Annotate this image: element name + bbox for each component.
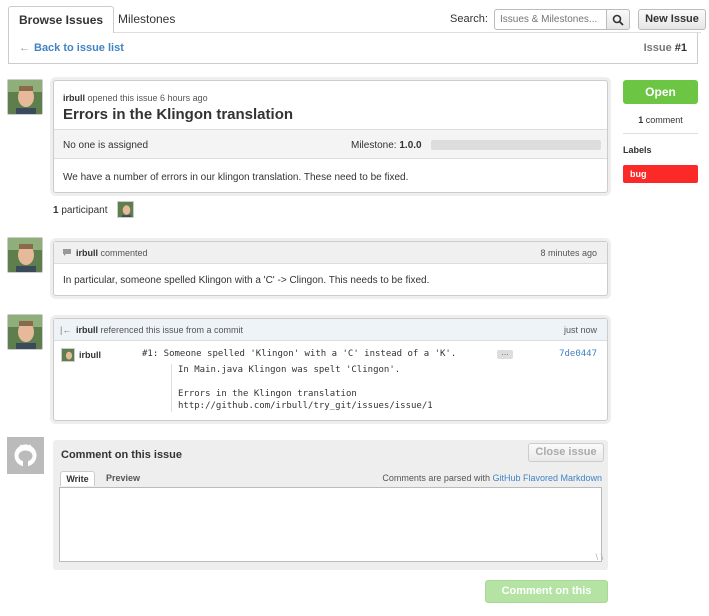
issue-number-value: #1 [674,42,687,54]
current-user-avatar [7,437,44,474]
commit-body-line: ​ [178,376,433,388]
reference-time[interactable]: just now [564,325,597,335]
user-photo-icon [118,202,133,217]
participant-avatar[interactable] [117,201,134,218]
issue-state-badge: Open [623,80,698,104]
sidebar-divider [623,133,698,134]
user-photo-icon [8,315,42,349]
tab-browse-issues[interactable]: Browse Issues [8,6,115,34]
comment-count-label: comment [643,115,683,125]
issue-number: Issue #1 [644,42,687,54]
issue-number-prefix: Issue [643,42,675,54]
issue-body: We have a number of errors in our klingo… [63,172,409,183]
back-to-issue-list-link[interactable]: ← Back to issue list [19,42,124,54]
commit-body-line: http://github.com/irbull/try_git/issues/… [178,401,433,411]
submit-comment-button[interactable]: Comment on this issue [485,580,608,616]
markdown-link[interactable]: GitHub Flavored Markdown [492,473,602,483]
comment-count: 1 comment [623,115,698,125]
tab-preview[interactable]: Preview [106,473,140,483]
avatar[interactable] [7,79,43,115]
opener-username[interactable]: irbull [63,93,85,103]
markdown-note: Comments are parsed with GitHub Flavored… [382,473,602,483]
commit-sha-link[interactable]: 7de0447 [559,349,597,359]
comment-username[interactable]: irbull [76,248,98,258]
search-icon [612,14,624,26]
milestone-value: 1.0.0 [399,140,422,151]
issue-opener: irbull opened this issue 6 hours ago [63,93,208,103]
milestone-progress-bar [431,140,601,150]
avatar[interactable] [7,237,43,273]
arrow-left-icon: ← [19,42,30,54]
tab-milestones[interactable]: Milestones [108,6,185,33]
commit-reference-icon: |← [60,325,72,335]
commit-author-avatar[interactable] [61,348,75,362]
comment-body: In particular, someone spelled Klingon w… [63,275,430,286]
comment-textarea[interactable] [59,487,602,562]
comment-author: irbull commented [76,248,148,258]
comment-header: irbull commented 8 minutes ago [54,242,607,264]
user-photo-icon [62,349,74,361]
participants: 1 participant [53,205,107,216]
commit-body: In Main.java Klingon was spelt 'Clingon'… [171,364,433,412]
github-octocat-icon [7,437,44,474]
search-label: Search: [450,13,488,25]
expand-commit-button[interactable]: … [497,349,513,359]
participants-label: participant [58,205,108,216]
commit-body-line: In Main.java Klingon was spelt 'Clingon'… [178,365,401,375]
back-bar: ← Back to issue list Issue #1 [8,33,698,64]
milestone-label[interactable]: Milestone: 1.0.0 [351,140,422,151]
reference-header: |← irbull referenced this issue from a c… [54,319,607,341]
markdown-note-prefix: Comments are parsed with [382,473,493,483]
search-button[interactable] [606,9,630,30]
assignee-text[interactable]: No one is assigned [63,140,148,151]
user-photo-icon [8,80,42,114]
milestone-label-prefix: Milestone: [351,140,400,151]
new-comment-form: Comment on this issue Close issue Write … [53,440,608,570]
avatar[interactable] [7,314,43,350]
opener-text: opened this issue 6 hours ago [85,93,208,103]
new-comment-title: Comment on this issue [61,449,183,461]
reference-username[interactable]: irbull [76,325,98,335]
issue-title: Errors in the Klingon translation [63,106,294,123]
issues-tabbar: Browse Issues Milestones Search: New Iss… [8,6,706,34]
chat-bubble-icon [63,249,71,256]
comment-time[interactable]: 8 minutes ago [540,248,597,258]
comment-action: commented [98,248,148,258]
close-issue-button[interactable]: Close issue [528,443,604,462]
back-link-label: Back to issue list [34,42,124,54]
commit-author[interactable]: irbull [79,350,101,360]
reference-author: irbull referenced this issue from a comm… [76,325,243,335]
labels-heading: Labels [623,145,652,155]
issue-meta-row: No one is assigned Milestone: 1.0.0 [54,129,607,159]
tab-write[interactable]: Write [60,471,95,486]
commit-reference-box: |← irbull referenced this issue from a c… [53,318,608,421]
commit-body-line: Errors in the Klingon translation [178,389,357,399]
issue-box: irbull opened this issue 6 hours ago Err… [53,80,608,193]
label-bug[interactable]: bug [623,165,698,183]
reference-action: referenced this issue from a commit [98,325,244,335]
commit-message[interactable]: #1: Someone spelled 'Klingon' with a 'C'… [142,349,456,359]
resize-grip-icon[interactable]: ∖∖ [594,553,604,562]
user-photo-icon [8,238,42,272]
search-input[interactable] [494,9,607,30]
comment-box: irbull commented 8 minutes ago In partic… [53,241,608,296]
new-issue-button[interactable]: New Issue [638,9,706,30]
